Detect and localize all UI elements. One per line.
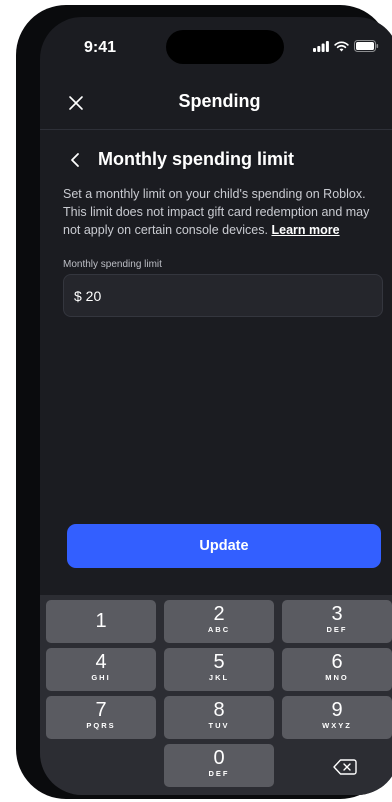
key-letters: PQRS (86, 721, 116, 730)
key-number: 1 (95, 610, 107, 632)
top-nav: Spending (40, 87, 392, 127)
key-4[interactable]: 4 GHI (46, 648, 156, 691)
key-letters: MNO (325, 673, 349, 682)
key-number: 5 (213, 651, 225, 673)
cellular-signal-icon (313, 40, 329, 52)
key-3[interactable]: 3 DEF (282, 600, 392, 643)
key-6[interactable]: 6 MNO (282, 648, 392, 691)
status-icons (313, 40, 379, 52)
key-5[interactable]: 5 JKL (164, 648, 274, 691)
section-title: Monthly spending limit (98, 149, 294, 169)
dynamic-island (166, 30, 284, 64)
key-1[interactable]: 1 (46, 600, 156, 643)
key-number: 9 (331, 699, 343, 721)
key-letters: JKL (208, 673, 230, 682)
learn-more-link[interactable]: Learn more (271, 223, 339, 237)
update-button[interactable]: Update (67, 524, 381, 568)
key-letters: DEF (326, 625, 348, 634)
screen: 9:41 Spending Monthly spending limit Set… (40, 17, 392, 795)
key-letters: GHI (91, 673, 111, 682)
divider (40, 129, 392, 130)
key-number: 8 (213, 699, 225, 721)
key-number: 7 (95, 699, 107, 721)
limit-field-label: Monthly spending limit (63, 259, 162, 270)
key-2[interactable]: 2 ABC (164, 600, 274, 643)
key-letters: WXYZ (322, 721, 352, 730)
key-0[interactable]: 0 DEF (164, 744, 274, 787)
key-8[interactable]: 8 TUV (164, 696, 274, 739)
key-number: 2 (213, 603, 225, 625)
key-9[interactable]: 9 WXYZ (282, 696, 392, 739)
status-time: 9:41 (84, 39, 117, 56)
key-letters: DEF (208, 769, 230, 778)
battery-icon (354, 40, 379, 52)
key-7[interactable]: 7 PQRS (46, 696, 156, 739)
phone-frame: 9:41 Spending Monthly spending limit Set… (16, 5, 392, 799)
key-number: 0 (213, 747, 225, 769)
chevron-left-icon[interactable] (68, 151, 84, 169)
key-number: 6 (331, 651, 343, 673)
page-title: Spending (178, 91, 261, 111)
section-description: Set a monthly limit on your child's spen… (63, 185, 389, 239)
limit-input[interactable]: $ 20 (63, 274, 383, 317)
backspace-icon[interactable] (333, 758, 357, 776)
status-bar: 9:41 (40, 17, 392, 67)
wifi-icon (334, 40, 349, 51)
key-number: 3 (331, 603, 343, 625)
key-letters: TUV (208, 721, 230, 730)
key-number: 4 (95, 651, 107, 673)
key-letters: ABC (207, 625, 231, 634)
